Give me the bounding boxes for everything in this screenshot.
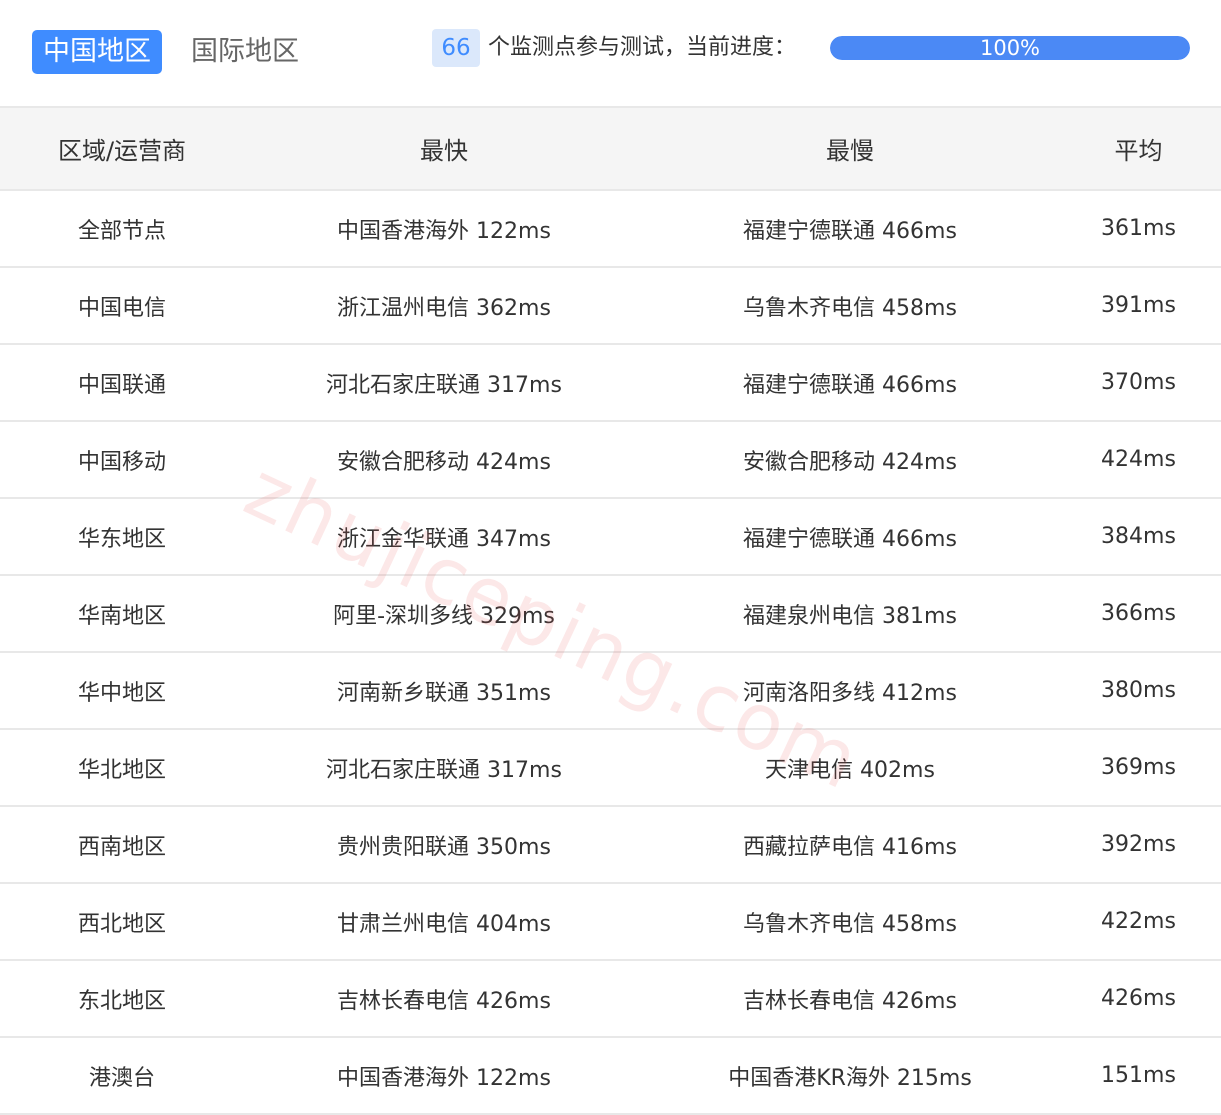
cell-fastest: 贵州贵阳联通 350ms bbox=[244, 806, 644, 884]
cell-fastest: 阿里-深圳多线 329ms bbox=[244, 575, 644, 653]
table-row: 东北地区 吉林长春电信 426ms 吉林长春电信 426ms 426ms bbox=[0, 960, 1221, 1038]
latency-results-table: 区域/运营商 最快 最慢 平均 全部节点 中国香港海外 122ms 福建宁德联通 4… bbox=[0, 106, 1221, 1115]
cell-fastest: 安徽合肥移动 424ms bbox=[244, 421, 644, 499]
cell-slowest: 河南洛阳多线 412ms bbox=[644, 652, 1056, 730]
table-row: 华东地区 浙江金华联通 347ms 福建宁德联通 466ms 384ms bbox=[0, 498, 1221, 576]
header-region-isp: 区域/运营商 bbox=[0, 106, 244, 191]
cell-average: 370ms bbox=[1056, 344, 1221, 422]
cell-slowest: 西藏拉萨电信 416ms bbox=[644, 806, 1056, 884]
cell-slowest: 安徽合肥移动 424ms bbox=[644, 421, 1056, 499]
cell-region: 中国联通 bbox=[0, 344, 244, 422]
cell-region: 西南地区 bbox=[0, 806, 244, 884]
table-row: 华南地区 阿里-深圳多线 329ms 福建泉州电信 381ms 366ms bbox=[0, 575, 1221, 653]
cell-fastest: 中国香港海外 122ms bbox=[244, 190, 644, 268]
cell-average: 366ms bbox=[1056, 575, 1221, 653]
cell-average: 151ms bbox=[1056, 1037, 1221, 1115]
cell-slowest: 福建宁德联通 466ms bbox=[644, 498, 1056, 576]
cell-slowest: 福建宁德联通 466ms bbox=[644, 344, 1056, 422]
cell-slowest: 福建泉州电信 381ms bbox=[644, 575, 1056, 653]
cell-average: 424ms bbox=[1056, 421, 1221, 499]
tab-international-region[interactable]: 国际地区 bbox=[180, 30, 310, 74]
cell-fastest: 河北石家庄联通 317ms bbox=[244, 729, 644, 807]
cell-region: 华南地区 bbox=[0, 575, 244, 653]
progress-status-text: 个监测点参与测试，当前进度： bbox=[488, 35, 797, 60]
cell-fastest: 吉林长春电信 426ms bbox=[244, 960, 644, 1038]
cell-slowest: 乌鲁木齐电信 458ms bbox=[644, 267, 1056, 345]
table-row: 西北地区 甘肃兰州电信 404ms 乌鲁木齐电信 458ms 422ms bbox=[0, 883, 1221, 961]
cell-fastest: 河北石家庄联通 317ms bbox=[244, 344, 644, 422]
cell-fastest: 浙江温州电信 362ms bbox=[244, 267, 644, 345]
table-header-row: 区域/运营商 最快 最慢 平均 bbox=[0, 106, 1221, 191]
progress-bar: 100% bbox=[830, 36, 1190, 60]
cell-region: 港澳台 bbox=[0, 1037, 244, 1115]
cell-region: 西北地区 bbox=[0, 883, 244, 961]
cell-average: 361ms bbox=[1056, 190, 1221, 268]
top-bar: 中国地区 国际地区 66 个监测点参与测试，当前进度： 100% bbox=[0, 0, 1221, 106]
cell-region: 全部节点 bbox=[0, 190, 244, 268]
table-row: 中国联通 河北石家庄联通 317ms 福建宁德联通 466ms 370ms bbox=[0, 344, 1221, 422]
cell-average: 391ms bbox=[1056, 267, 1221, 345]
cell-region: 东北地区 bbox=[0, 960, 244, 1038]
cell-region: 华中地区 bbox=[0, 652, 244, 730]
cell-average: 422ms bbox=[1056, 883, 1221, 961]
table-row: 华北地区 河北石家庄联通 317ms 天津电信 402ms 369ms bbox=[0, 729, 1221, 807]
header-slowest: 最慢 bbox=[644, 106, 1056, 191]
cell-average: 392ms bbox=[1056, 806, 1221, 884]
cell-average: 369ms bbox=[1056, 729, 1221, 807]
cell-region: 华北地区 bbox=[0, 729, 244, 807]
table-row: 西南地区 贵州贵阳联通 350ms 西藏拉萨电信 416ms 392ms bbox=[0, 806, 1221, 884]
cell-slowest: 乌鲁木齐电信 458ms bbox=[644, 883, 1056, 961]
progress-label: 100% bbox=[979, 36, 1041, 60]
cell-average: 384ms bbox=[1056, 498, 1221, 576]
header-average: 平均 bbox=[1056, 106, 1221, 191]
cell-fastest: 中国香港海外 122ms bbox=[244, 1037, 644, 1115]
table-row: 全部节点 中国香港海外 122ms 福建宁德联通 466ms 361ms bbox=[0, 190, 1221, 268]
table-row: 港澳台 中国香港海外 122ms 中国香港KR海外 215ms 151ms bbox=[0, 1037, 1221, 1115]
table-row: 中国电信 浙江温州电信 362ms 乌鲁木齐电信 458ms 391ms bbox=[0, 267, 1221, 345]
cell-average: 380ms bbox=[1056, 652, 1221, 730]
tab-china-region[interactable]: 中国地区 bbox=[32, 30, 162, 74]
cell-slowest: 天津电信 402ms bbox=[644, 729, 1056, 807]
node-count-badge: 66 bbox=[432, 29, 480, 67]
cell-fastest: 河南新乡联通 351ms bbox=[244, 652, 644, 730]
cell-fastest: 甘肃兰州电信 404ms bbox=[244, 883, 644, 961]
cell-region: 华东地区 bbox=[0, 498, 244, 576]
table-row: 中国移动 安徽合肥移动 424ms 安徽合肥移动 424ms 424ms bbox=[0, 421, 1221, 499]
cell-average: 426ms bbox=[1056, 960, 1221, 1038]
cell-fastest: 浙江金华联通 347ms bbox=[244, 498, 644, 576]
cell-region: 中国移动 bbox=[0, 421, 244, 499]
cell-slowest: 福建宁德联通 466ms bbox=[644, 190, 1056, 268]
cell-slowest: 吉林长春电信 426ms bbox=[644, 960, 1056, 1038]
table-row: 华中地区 河南新乡联通 351ms 河南洛阳多线 412ms 380ms bbox=[0, 652, 1221, 730]
header-fastest: 最快 bbox=[244, 106, 644, 191]
cell-slowest: 中国香港KR海外 215ms bbox=[644, 1037, 1056, 1115]
cell-region: 中国电信 bbox=[0, 267, 244, 345]
